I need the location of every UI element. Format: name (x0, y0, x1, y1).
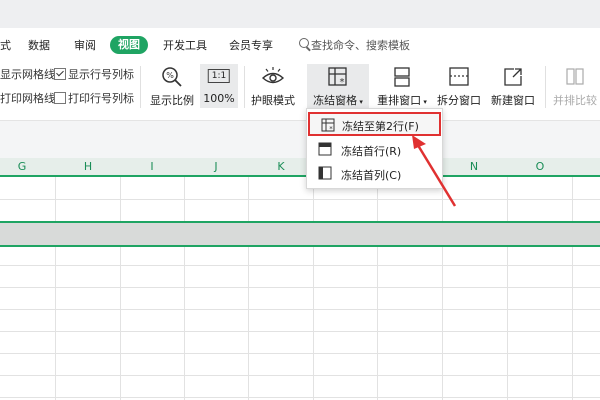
compare-icon (566, 68, 584, 85)
grid-column-line (55, 177, 56, 400)
grid-column-line (572, 177, 573, 400)
new-window-button[interactable]: 新建窗口 (487, 64, 539, 108)
show-row-col-headers-label[interactable]: 显示行号列标 (68, 66, 134, 82)
freeze-first-column-label: 冻结首列(C) (341, 169, 402, 182)
print-row-col-headers-checkbox[interactable] (54, 92, 66, 104)
show-gridlines-label[interactable]: 显示网格线 (0, 66, 55, 82)
split-window-button[interactable]: 拆分窗口 (434, 64, 484, 108)
grid-column-line (507, 177, 508, 400)
show-ratio-button[interactable]: % 显示比例 (148, 64, 196, 108)
print-row-col-headers-label[interactable]: 打印行号列标 (68, 90, 134, 106)
column-header[interactable]: N (444, 160, 504, 173)
eye-mode-label: 护眼模式 (251, 94, 295, 107)
freeze-to-row-2-item[interactable]: * 冻结至第2行(F) (308, 112, 441, 136)
zoom-percent-icon: % (162, 67, 182, 87)
grid-row-line (0, 199, 600, 200)
grid-row-line (0, 397, 600, 398)
column-header[interactable]: J (186, 160, 246, 173)
svg-text:*: * (340, 77, 345, 88)
selected-row-highlight[interactable] (0, 221, 600, 247)
column-header[interactable]: K (251, 160, 311, 173)
grid-row-line (0, 287, 600, 288)
one-to-one-icon: 1:1 (207, 69, 231, 83)
column-header[interactable]: H (58, 160, 118, 173)
grid-row-line (0, 353, 600, 354)
rearrange-window-icon (394, 67, 410, 87)
grid-column-line (442, 177, 443, 400)
freeze-panes-icon: * (328, 67, 347, 88)
split-window-icon (449, 67, 469, 86)
zoom-100-button[interactable]: 1:1 100% (200, 64, 238, 108)
menu-developer-tab[interactable]: 开发工具 (163, 37, 207, 53)
new-window-label: 新建窗口 (491, 94, 535, 107)
freeze-first-row-icon (318, 142, 332, 156)
show-row-col-headers-checkbox[interactable] (54, 68, 66, 80)
svg-text:%: % (166, 71, 174, 80)
grid-column-line (120, 177, 121, 400)
freeze-first-column-item[interactable]: 冻结首列(C) (307, 162, 442, 184)
menu-review-tab[interactable]: 审阅 (74, 37, 96, 53)
grid-row-line (0, 265, 600, 266)
zoom-100-label: 100% (203, 92, 235, 105)
menu-data-tab[interactable]: 数据 (28, 37, 50, 53)
new-window-icon (504, 68, 522, 86)
svg-text:*: * (329, 125, 333, 132)
column-header[interactable]: G (0, 160, 52, 173)
rearrange-window-button[interactable]: 重排窗口 ▾ (374, 64, 430, 108)
search-input[interactable]: 查找命令、搜索模板 (311, 37, 410, 53)
ribbon-separator (244, 66, 245, 108)
menu-formula-tab[interactable]: 式 (0, 37, 11, 53)
spreadsheet-grid[interactable] (0, 177, 600, 400)
show-ratio-label: 显示比例 (150, 94, 194, 107)
freeze-panes-button[interactable]: * 冻结窗格 ▾ (307, 64, 369, 108)
ribbon-separator (545, 66, 546, 108)
grid-column-line (377, 177, 378, 400)
split-window-label: 拆分窗口 (437, 94, 481, 107)
freeze-panes-dropdown: * 冻结至第2行(F) 冻结首行(R) 冻结首列(C) (306, 108, 443, 189)
side-by-side-compare-button[interactable]: 并排比较 (550, 64, 600, 108)
freeze-first-row-label: 冻结首行(R) (341, 145, 402, 158)
grid-column-line (313, 177, 314, 400)
grid-column-line (184, 177, 185, 400)
ribbon-separator (140, 66, 141, 108)
menu-member-tab[interactable]: 会员专享 (229, 37, 273, 53)
column-header[interactable]: I (122, 160, 182, 173)
menu-view-tab[interactable]: 视图 (110, 36, 148, 54)
freeze-rows-icon: * (321, 118, 335, 132)
print-gridlines-label[interactable]: 打印网格线 (0, 90, 55, 106)
title-bar (0, 0, 600, 28)
freeze-panes-label: 冻结窗格 ▾ (313, 94, 363, 107)
side-by-side-compare-label: 并排比较 (553, 94, 597, 107)
search-icon[interactable] (299, 38, 309, 48)
column-header[interactable]: O (510, 160, 570, 173)
freeze-first-column-icon (318, 166, 332, 180)
grid-column-line (248, 177, 249, 400)
eye-mode-button[interactable]: 护眼模式 (248, 64, 298, 108)
formula-area (0, 121, 600, 158)
freeze-first-row-item[interactable]: 冻结首行(R) (307, 138, 442, 160)
freeze-to-row-2-label: 冻结至第2行(F) (342, 120, 419, 133)
grid-row-line (0, 309, 600, 310)
grid-row-line (0, 331, 600, 332)
eye-icon (261, 67, 285, 84)
rearrange-window-label: 重排窗口 ▾ (377, 94, 427, 107)
grid-row-line (0, 375, 600, 376)
